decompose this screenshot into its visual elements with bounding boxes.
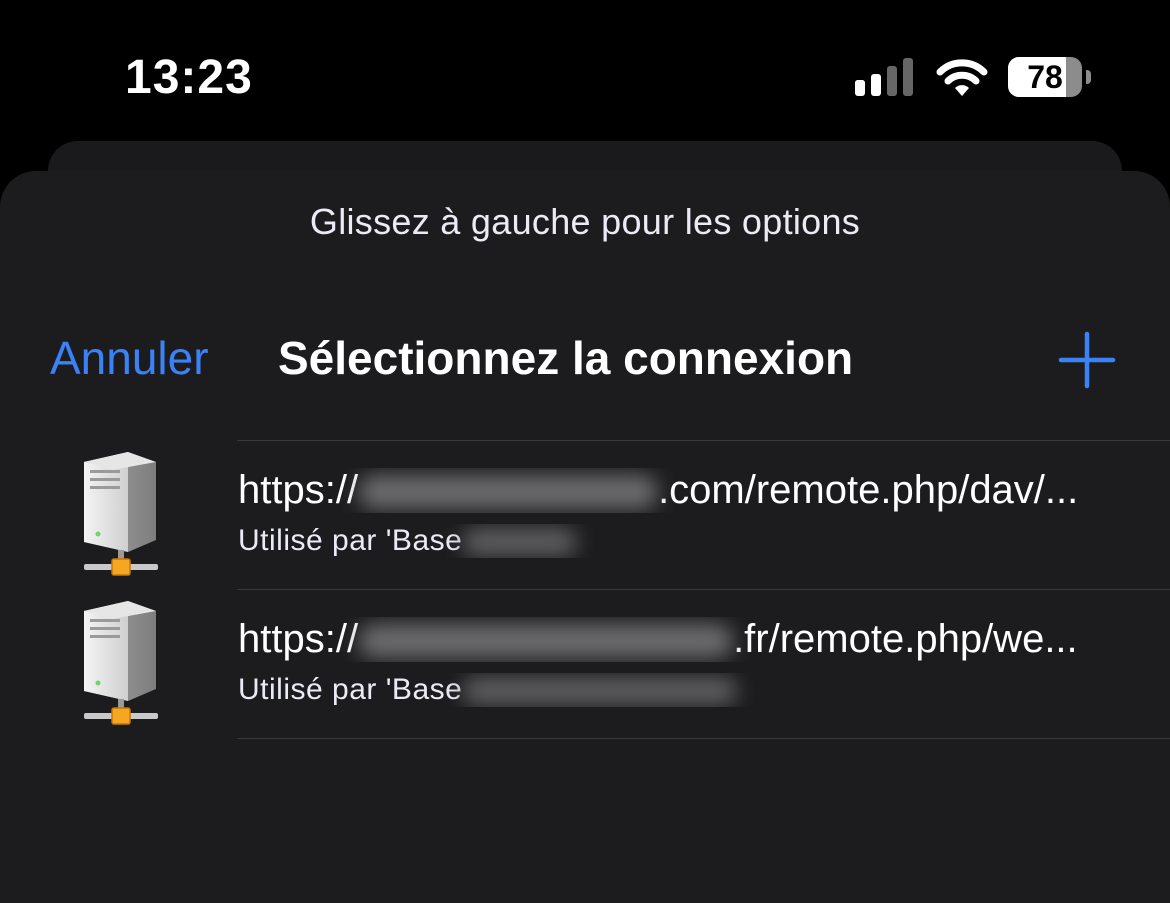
redacted-base-name — [462, 677, 738, 706]
connection-used-by-label: Utilisé par 'Base — [238, 524, 463, 557]
connection-row[interactable]: https:// .fr/remote.php/we... Utilisé par… — [0, 589, 1170, 739]
connection-url-suffix: .com/remote.php/dav/... — [658, 468, 1079, 512]
cellular-signal-icon — [855, 58, 913, 96]
connection-used-by-label: Utilisé par 'Base — [238, 673, 463, 706]
swipe-hint: Glissez à gauche pour les options — [309, 201, 861, 242]
row-divider — [237, 738, 1170, 739]
connection-url-prefix: https:// — [238, 468, 359, 512]
connection-sheet: Glissez à gauche pour les options Annule… — [0, 171, 1170, 903]
page-title: Sélectionnez la connexion — [278, 332, 854, 384]
connection-row[interactable]: https:// .com/remote.php/dav/... Utilisé … — [0, 440, 1170, 589]
redacted-base-name — [462, 528, 578, 557]
battery-percentage: 78 — [1027, 59, 1063, 95]
connection-used-by: Utilisé par 'Base — [238, 524, 1118, 558]
status-time: 13:23 — [125, 51, 253, 104]
battery-cap — [1086, 70, 1091, 84]
connection-url: https:// .com/remote.php/dav/... — [238, 468, 1118, 513]
plus-icon[interactable] — [1055, 328, 1119, 392]
battery-body: 78 — [1008, 57, 1082, 97]
cancel-button[interactable]: Annuler — [50, 331, 209, 385]
connection-url-suffix: .fr/remote.php/we... — [733, 617, 1078, 661]
connection-used-by: Utilisé par 'Base — [238, 673, 1118, 707]
status-bar: 13:23 78 — [0, 0, 1170, 140]
redacted-host — [358, 624, 734, 659]
wifi-icon — [936, 59, 988, 96]
redacted-host — [358, 475, 659, 510]
connection-list: https:// .com/remote.php/dav/... Utilisé … — [0, 440, 1170, 739]
row-divider — [237, 440, 1170, 441]
connection-url-prefix: https:// — [238, 617, 359, 661]
connection-url: https:// .fr/remote.php/we... — [238, 617, 1118, 662]
server-icon — [84, 601, 158, 725]
row-divider — [237, 589, 1170, 590]
battery-indicator: 78 — [1008, 57, 1091, 97]
server-icon — [84, 452, 158, 576]
